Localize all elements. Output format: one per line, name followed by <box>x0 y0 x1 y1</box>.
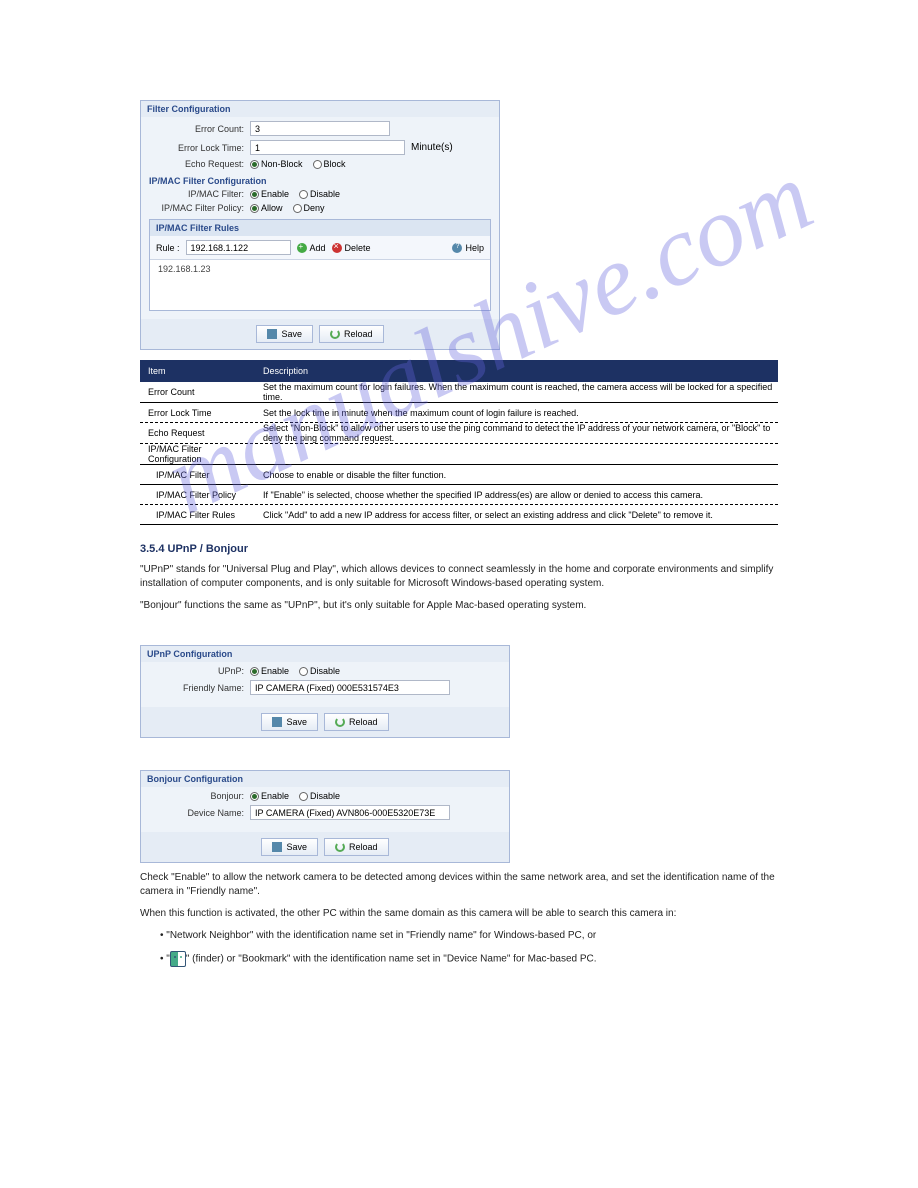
body-text: "UPnP" stands for "Universal Plug and Pl… <box>140 563 778 591</box>
table-cell: Select "Non-Block" to allow other users … <box>255 423 778 443</box>
bonjour-panel: Bonjour Configuration Bonjour: Enable Di… <box>140 770 510 863</box>
save-button[interactable]: Save <box>261 838 318 856</box>
filter-config-title: Filter Configuration <box>141 101 499 117</box>
help-icon <box>452 243 462 253</box>
table-header-item: Item <box>140 366 255 376</box>
radio-icon <box>293 204 302 213</box>
friendly-name-label: Friendly Name: <box>149 683 244 693</box>
save-button[interactable]: Save <box>261 713 318 731</box>
rules-title: IP/MAC Filter Rules <box>150 220 490 236</box>
upnp-panel: UPnP Configuration UPnP: Enable Disable … <box>140 645 510 738</box>
save-button[interactable]: Save <box>256 325 313 343</box>
add-icon <box>297 243 307 253</box>
table-cell: Choose to enable or disable the filter f… <box>255 470 778 480</box>
filter-config-panel: Filter Configuration Error Count: Error … <box>140 100 500 350</box>
bullet-text: • "" (finder) or "Bookmark" with the ide… <box>140 951 778 967</box>
radio-icon <box>250 190 259 199</box>
device-name-label: Device Name: <box>149 808 244 818</box>
reload-button[interactable]: Reload <box>324 838 389 856</box>
minutes-label: Minute(s) <box>411 142 453 153</box>
table-cell: If "Enable" is selected, choose whether … <box>255 490 778 500</box>
list-item[interactable]: 192.168.1.23 <box>158 264 482 274</box>
body-text: When this function is activated, the oth… <box>140 907 778 921</box>
ipmac-policy-label: IP/MAC Filter Policy: <box>149 203 244 213</box>
reload-icon <box>335 842 345 852</box>
reload-icon <box>330 329 340 339</box>
help-button[interactable]: Help <box>452 243 484 253</box>
reload-icon <box>335 717 345 727</box>
radio-icon <box>250 792 259 801</box>
echo-nonblock-radio[interactable]: Non-Block <box>250 159 303 169</box>
bonjour-disable-radio[interactable]: Disable <box>299 791 340 801</box>
radio-icon <box>313 160 322 169</box>
ipmac-disable-radio[interactable]: Disable <box>299 189 340 199</box>
table-cell: Error Lock Time <box>140 408 255 418</box>
echo-block-radio[interactable]: Block <box>313 159 346 169</box>
radio-icon <box>250 667 259 676</box>
reload-button[interactable]: Reload <box>324 713 389 731</box>
table-cell: Error Count <box>140 387 255 397</box>
bonjour-title: Bonjour Configuration <box>141 771 509 787</box>
bullet-text: • "Network Neighbor" with the identifica… <box>140 929 778 943</box>
table-cell: Set the maximum count for login failures… <box>255 382 778 402</box>
ipmac-title: IP/MAC Filter Configuration <box>149 173 491 189</box>
ipmac-enable-radio[interactable]: Enable <box>250 189 289 199</box>
table-cell: IP/MAC Filter Rules <box>140 510 255 520</box>
upnp-title: UPnP Configuration <box>141 646 509 662</box>
add-button[interactable]: Add <box>297 243 326 253</box>
radio-icon <box>250 160 259 169</box>
upnp-disable-radio[interactable]: Disable <box>299 666 340 676</box>
upnp-label: UPnP: <box>149 666 244 676</box>
filter-rules-box: IP/MAC Filter Rules Rule : Add Delete He… <box>149 219 491 311</box>
rule-label: Rule : <box>156 243 180 253</box>
table-cell: IP/MAC Filter <box>140 470 255 480</box>
rules-list[interactable]: 192.168.1.23 <box>150 260 490 310</box>
save-icon <box>272 717 282 727</box>
radio-icon <box>299 190 308 199</box>
device-name-input[interactable] <box>250 805 450 820</box>
friendly-name-input[interactable] <box>250 680 450 695</box>
ipmac-filter-label: IP/MAC Filter: <box>149 189 244 199</box>
upnp-heading: 3.5.4 UPnP / Bonjour <box>140 543 778 555</box>
table-cell: Click "Add" to add a new IP address for … <box>255 510 778 520</box>
save-icon <box>272 842 282 852</box>
ipmac-allow-radio[interactable]: Allow <box>250 203 283 213</box>
radio-icon <box>299 667 308 676</box>
ipmac-deny-radio[interactable]: Deny <box>293 203 325 213</box>
upnp-enable-radio[interactable]: Enable <box>250 666 289 676</box>
error-lock-label: Error Lock Time: <box>149 143 244 153</box>
rule-input[interactable] <box>186 240 291 255</box>
table-cell: Echo Request <box>140 428 255 438</box>
bonjour-enable-radio[interactable]: Enable <box>250 791 289 801</box>
error-count-label: Error Count: <box>149 124 244 134</box>
table-header-desc: Description <box>255 366 778 376</box>
radio-icon <box>250 204 259 213</box>
radio-icon <box>299 792 308 801</box>
error-count-input[interactable] <box>250 121 390 136</box>
table-cell: IP/MAC Filter Configuration <box>140 444 255 464</box>
body-text: Check "Enable" to allow the network came… <box>140 871 778 899</box>
echo-request-label: Echo Request: <box>149 159 244 169</box>
error-lock-input[interactable] <box>250 140 405 155</box>
description-table: Item Description Error Count Set the max… <box>140 360 778 525</box>
table-cell: IP/MAC Filter Policy <box>140 490 255 500</box>
reload-button[interactable]: Reload <box>319 325 384 343</box>
finder-icon <box>170 951 186 967</box>
save-icon <box>267 329 277 339</box>
table-cell: Set the lock time in minute when the max… <box>255 408 778 418</box>
delete-button[interactable]: Delete <box>332 243 371 253</box>
body-text: "Bonjour" functions the same as "UPnP", … <box>140 599 778 613</box>
bonjour-label: Bonjour: <box>149 791 244 801</box>
delete-icon <box>332 243 342 253</box>
